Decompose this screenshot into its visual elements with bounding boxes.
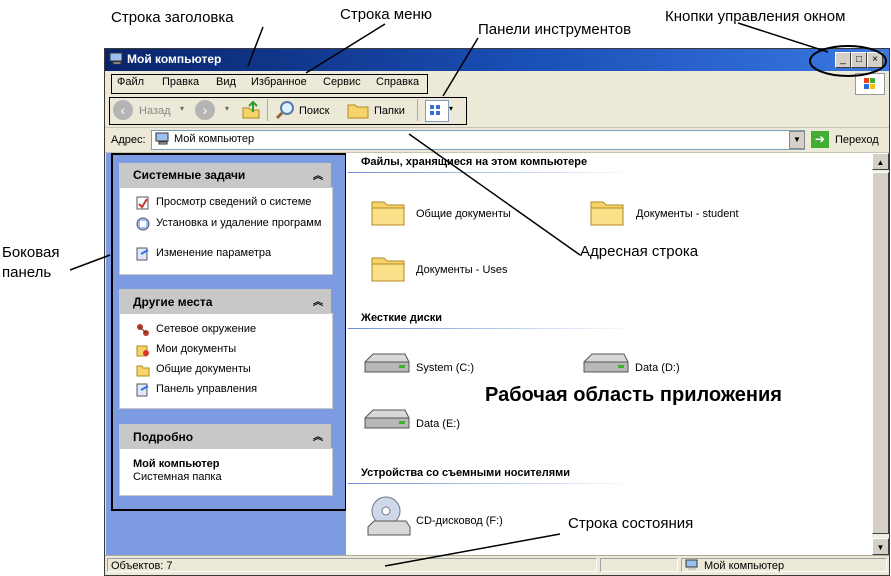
menu-bar: Файл Правка Вид Избранное Сервис Справка (105, 71, 889, 96)
close-button[interactable]: × (867, 52, 883, 68)
section-title-hard-drives: Жесткие диски (361, 312, 442, 324)
status-object-count: Объектов: 7 (107, 558, 597, 572)
go-arrow-icon[interactable]: ➔ (811, 131, 829, 148)
item-drive-c[interactable]: System (C:) (416, 362, 474, 374)
minimize-button[interactable]: _ (835, 52, 851, 68)
folder-icon[interactable] (371, 252, 405, 282)
annotation-status-bar: Строка состояния (568, 515, 694, 532)
status-bar: Объектов: 7 Мой компьютер (105, 555, 889, 575)
item-cd-drive[interactable]: CD-дисковод (F:) (416, 515, 503, 527)
address-value: Мой компьютер (174, 133, 255, 145)
item-drive-d[interactable]: Data (D:) (635, 362, 680, 374)
address-dropdown-icon[interactable]: ▼ (789, 131, 805, 149)
item-documents-uses[interactable]: Документы - Uses (416, 264, 508, 276)
menu-favorites[interactable]: Избранное (251, 76, 307, 88)
address-bar: Адрес: Мой компьютер ▼ ➔ Переход (105, 128, 889, 153)
folder-icon[interactable] (371, 196, 405, 226)
status-location: Мой компьютер (681, 558, 887, 572)
search-button[interactable]: Поиск (299, 105, 329, 117)
forward-dropdown-icon[interactable]: ▾ (225, 104, 229, 113)
menu-edit[interactable]: Правка (162, 76, 199, 88)
toolbar-separator (417, 99, 418, 121)
folder-icon[interactable] (590, 196, 624, 226)
annotation-menu-bar: Строка меню (340, 6, 432, 23)
annotation-window-buttons: Кнопки управления окном (665, 8, 846, 25)
scroll-thumb[interactable] (872, 172, 889, 534)
annotation-side-panel-2: панель (2, 264, 52, 281)
back-button[interactable]: Назад (139, 105, 171, 117)
status-cell-empty (600, 558, 678, 572)
hard-disk-icon[interactable] (363, 350, 411, 378)
window-title: Мой компьютер (127, 52, 222, 66)
section-divider (348, 328, 638, 329)
section-title-files: Файлы, хранящиеся на этом компьютере (361, 156, 588, 168)
status-location-text: Мой компьютер (704, 560, 785, 572)
hard-disk-icon[interactable] (582, 350, 630, 378)
annotation-toolbars: Панели инструментов (478, 21, 632, 38)
my-computer-icon (155, 132, 169, 145)
annotation-title-bar: Строка заголовка (111, 9, 234, 26)
search-icon[interactable] (275, 100, 295, 120)
maximize-button[interactable]: □ (851, 52, 867, 68)
section-divider (348, 483, 638, 484)
cd-drive-icon[interactable] (366, 495, 412, 541)
vertical-scrollbar[interactable]: ▲ ▼ (872, 153, 889, 555)
folders-icon[interactable] (347, 101, 369, 119)
back-dropdown-icon[interactable]: ▾ (180, 104, 184, 113)
title-bar[interactable]: Мой компьютер _ □ × (105, 49, 889, 71)
toolbar-separator (267, 99, 268, 121)
annotation-workspace: Рабочая область приложения (485, 384, 782, 406)
annotation-side-panel-1: Боковая (2, 244, 60, 261)
my-computer-icon (109, 52, 123, 65)
my-computer-icon (685, 559, 698, 570)
scroll-down-icon[interactable]: ▼ (872, 538, 889, 555)
menu-file[interactable]: Файл (117, 76, 144, 88)
content-area: Файлы, хранящиеся на этом компьютере Общ… (346, 153, 872, 555)
address-label: Адрес: (111, 134, 146, 146)
menu-help[interactable]: Справка (376, 76, 419, 88)
sidebar-highlight-frame (111, 153, 347, 511)
address-input[interactable]: Мой компьютер (151, 130, 805, 150)
annotation-address-bar: Адресная строка (580, 243, 699, 260)
back-arrow-icon[interactable]: ‹ (113, 100, 133, 120)
toolbar: ‹ Назад ▾ › ▾ Поиск Папки ▾ (105, 95, 889, 128)
section-divider (348, 172, 638, 173)
item-documents-student[interactable]: Документы - student (636, 208, 739, 220)
menu-view[interactable]: Вид (216, 76, 236, 88)
forward-arrow-icon[interactable]: › (195, 100, 215, 120)
views-dropdown-icon[interactable]: ▾ (449, 104, 453, 113)
item-shared-documents[interactable]: Общие документы (416, 208, 511, 220)
up-folder-icon[interactable] (241, 100, 261, 120)
go-button[interactable]: Переход (835, 134, 879, 146)
scroll-up-icon[interactable]: ▲ (872, 153, 889, 170)
menu-tools[interactable]: Сервис (323, 76, 361, 88)
explorer-window: Мой компьютер _ □ × Файл Правка Вид Избр… (104, 48, 890, 576)
hard-disk-icon[interactable] (363, 406, 411, 434)
section-title-removable: Устройства со съемными носителями (361, 467, 571, 479)
folders-button[interactable]: Папки (374, 105, 405, 117)
views-grid-icon[interactable] (425, 100, 449, 122)
windows-logo-icon (855, 73, 885, 95)
item-drive-e[interactable]: Data (E:) (416, 418, 460, 430)
